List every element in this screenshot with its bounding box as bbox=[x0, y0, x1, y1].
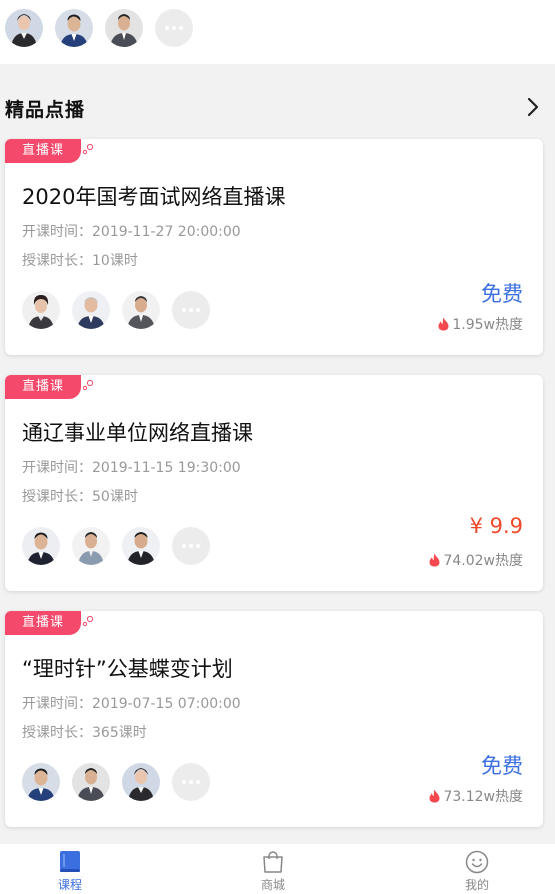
chevron-right-icon[interactable] bbox=[525, 96, 541, 118]
course-start-time: 开课时间：2019-11-27 20:00:00 bbox=[22, 224, 241, 240]
course-price: 免费 bbox=[481, 282, 523, 306]
course-card[interactable]: 直播课 2020年国考面试网络直播课 开课时间：2019-11-27 20:00… bbox=[5, 139, 543, 355]
teacher-avatar-row bbox=[22, 763, 210, 801]
flame-icon bbox=[429, 789, 440, 803]
heat-value: 74.02w热度 bbox=[443, 553, 523, 569]
teacher-avatar[interactable] bbox=[22, 291, 60, 329]
shopping-bag-icon bbox=[263, 851, 283, 873]
course-duration: 授课时长：50课时 bbox=[22, 489, 138, 505]
teacher-avatar[interactable] bbox=[55, 9, 93, 47]
course-duration: 授课时长：365课时 bbox=[22, 725, 147, 741]
flame-icon bbox=[429, 553, 440, 567]
course-card[interactable]: 直播课 “理时针”公基蝶变计划 开课时间：2019-07-15 07:00:00… bbox=[5, 611, 543, 827]
smiley-icon bbox=[465, 850, 489, 874]
teacher-avatar[interactable] bbox=[122, 527, 160, 565]
course-title: 2020年国考面试网络直播课 bbox=[22, 185, 286, 209]
book-icon bbox=[60, 851, 80, 872]
teacher-avatar[interactable] bbox=[105, 9, 143, 47]
tab-label: 商城 bbox=[260, 878, 285, 892]
heat-value: 1.95w热度 bbox=[452, 317, 523, 333]
live-course-badge: 直播课 bbox=[5, 611, 81, 635]
teacher-avatar[interactable] bbox=[22, 527, 60, 565]
course-price: 免费 bbox=[481, 754, 523, 778]
teacher-avatar[interactable] bbox=[122, 763, 160, 801]
flame-icon bbox=[438, 317, 449, 331]
course-heat: 1.95w热度 bbox=[438, 314, 523, 334]
course-start-time: 开课时间：2019-07-15 07:00:00 bbox=[22, 696, 241, 712]
course-start-time: 开课时间：2019-11-15 19:30:00 bbox=[22, 460, 241, 476]
course-duration: 授课时长：10课时 bbox=[22, 253, 138, 269]
section-title: 精品点播 bbox=[5, 99, 86, 121]
tab-mall[interactable]: 商城 bbox=[233, 850, 313, 893]
section-header: 精品点播 bbox=[0, 86, 555, 130]
live-course-badge: 直播课 bbox=[5, 375, 81, 399]
course-heat: 73.12w热度 bbox=[429, 786, 523, 806]
teacher-avatar-row bbox=[22, 527, 210, 565]
more-dots-icon[interactable] bbox=[172, 291, 210, 329]
live-course-badge: 直播课 bbox=[5, 139, 81, 163]
top-teacher-strip bbox=[0, 0, 555, 64]
teacher-avatar[interactable] bbox=[5, 9, 43, 47]
more-dots-icon[interactable] bbox=[172, 527, 210, 565]
badge-bubble-decoration bbox=[82, 615, 94, 627]
badge-bubble-decoration bbox=[82, 379, 94, 391]
course-price: ¥ 9.9 bbox=[469, 514, 523, 538]
course-title: 通辽事业单位网络直播课 bbox=[22, 421, 253, 445]
tab-courses[interactable]: 课程 bbox=[30, 850, 110, 893]
more-dots-icon[interactable] bbox=[155, 9, 193, 47]
heat-value: 73.12w热度 bbox=[443, 789, 523, 805]
course-card[interactable]: 直播课 通辽事业单位网络直播课 开课时间：2019-11-15 19:30:00… bbox=[5, 375, 543, 591]
more-dots-icon[interactable] bbox=[172, 763, 210, 801]
course-title: “理时针”公基蝶变计划 bbox=[22, 657, 233, 681]
teacher-avatar[interactable] bbox=[122, 291, 160, 329]
course-heat: 74.02w热度 bbox=[429, 550, 523, 570]
bottom-tab-bar: 课程 商城 我的 bbox=[0, 844, 555, 894]
tab-mine[interactable]: 我的 bbox=[437, 850, 517, 893]
teacher-avatar[interactable] bbox=[72, 527, 110, 565]
tab-label: 课程 bbox=[57, 878, 82, 892]
teacher-avatar[interactable] bbox=[22, 763, 60, 801]
teacher-avatar-row bbox=[5, 9, 193, 47]
teacher-avatar[interactable] bbox=[72, 763, 110, 801]
teacher-avatar-row bbox=[22, 291, 210, 329]
badge-bubble-decoration bbox=[82, 143, 94, 155]
tab-label: 我的 bbox=[464, 878, 489, 892]
teacher-avatar[interactable] bbox=[72, 291, 110, 329]
